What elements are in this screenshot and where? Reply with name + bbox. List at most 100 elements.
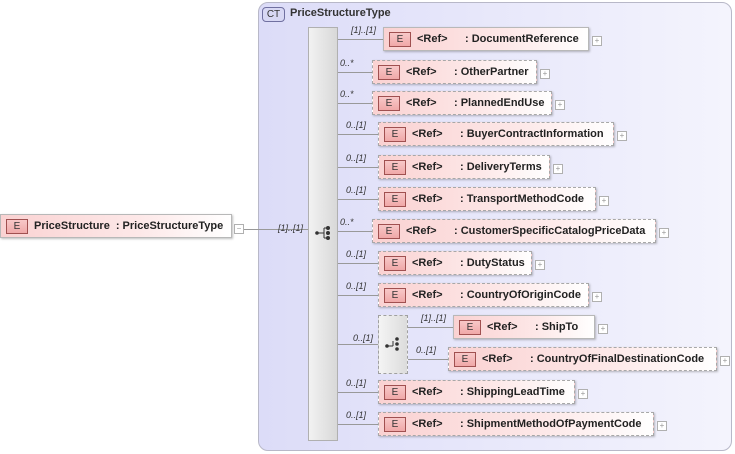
connector-line <box>338 392 378 393</box>
element-name: : DeliveryTerms <box>460 161 542 173</box>
connector-line <box>338 344 378 345</box>
element-badge: E <box>389 31 411 47</box>
multiplicity-label: 0..[1] <box>346 185 367 195</box>
root-element-name: PriceStructure <box>34 220 110 232</box>
multiplicity-label: 0..* <box>340 58 354 68</box>
choice-multiplicity: 0..[1] <box>353 333 374 343</box>
multiplicity-label: [1]..[1] <box>421 313 447 323</box>
element-badge: E <box>454 351 476 367</box>
multiplicity-label: 0..[1] <box>346 378 367 388</box>
ref-label: <Ref> <box>417 33 448 45</box>
element-name: : DutyStatus <box>460 257 525 269</box>
ref-label: <Ref> <box>412 257 443 269</box>
element-badge: E <box>6 218 28 234</box>
ref-label: <Ref> <box>406 225 437 237</box>
element-badge: E <box>384 384 406 400</box>
expand-button[interactable]: + <box>553 164 563 174</box>
connector-line <box>338 231 372 232</box>
ref-label: <Ref> <box>406 66 437 78</box>
connector-line <box>338 39 383 40</box>
element-badge: E <box>384 159 406 175</box>
connector-line <box>338 103 372 104</box>
multiplicity-label: 0..[1] <box>346 249 367 259</box>
element-badge: E <box>459 319 481 335</box>
ref-label: <Ref> <box>406 97 437 109</box>
expand-button[interactable]: + <box>599 196 609 206</box>
collapse-button[interactable]: − <box>234 224 244 234</box>
element-name: : TransportMethodCode <box>460 193 585 205</box>
multiplicity-label: 0..* <box>340 217 354 227</box>
ref-label: <Ref> <box>412 289 443 301</box>
choice-compositor[interactable] <box>378 315 408 374</box>
element-node[interactable]: E <Ref> : ShippingLeadTime <box>378 380 575 404</box>
element-name: : CustomerSpecificCatalogPriceData <box>454 225 646 237</box>
expand-button[interactable]: + <box>578 389 588 399</box>
complex-type-title: PriceStructureType <box>290 7 391 19</box>
root-multiplicity: [1]..[1] <box>278 223 304 233</box>
element-name: : ShippingLeadTime <box>460 386 565 398</box>
element-name: : ShipmentMethodOfPaymentCode <box>460 418 642 430</box>
expand-button[interactable]: + <box>535 260 545 270</box>
element-node[interactable]: E <Ref> : TransportMethodCode <box>378 187 596 211</box>
choice-icon <box>385 337 399 351</box>
element-node[interactable]: E <Ref> : CountryOfFinalDestinationCode <box>448 347 717 371</box>
element-node[interactable]: E <Ref> : ShipTo <box>453 315 595 339</box>
element-node[interactable]: E <Ref> : DocumentReference <box>383 27 589 51</box>
expand-button[interactable]: + <box>592 36 602 46</box>
ref-label: <Ref> <box>412 161 443 173</box>
expand-button[interactable]: + <box>598 324 608 334</box>
multiplicity-label: 0..[1] <box>346 410 367 420</box>
element-name: : DocumentReference <box>465 33 579 45</box>
ref-label: <Ref> <box>412 386 443 398</box>
element-node[interactable]: E <Ref> : ShipmentMethodOfPaymentCode <box>378 412 654 436</box>
element-node[interactable]: E <Ref> : DutyStatus <box>378 251 532 275</box>
ref-label: <Ref> <box>412 418 443 430</box>
expand-button[interactable]: + <box>540 69 550 79</box>
multiplicity-label: 0..[1] <box>346 120 367 130</box>
element-badge: E <box>384 126 406 142</box>
element-badge: E <box>384 287 406 303</box>
expand-button[interactable]: + <box>720 356 730 366</box>
element-name: : CountryOfFinalDestinationCode <box>530 353 705 365</box>
element-badge: E <box>378 223 400 239</box>
ref-label: <Ref> <box>487 321 518 333</box>
ref-label: <Ref> <box>482 353 513 365</box>
element-badge: E <box>378 95 400 111</box>
element-name: : BuyerContractInformation <box>460 128 604 140</box>
expand-button[interactable]: + <box>659 228 669 238</box>
element-name: : ShipTo <box>535 321 579 333</box>
sequence-compositor[interactable] <box>308 27 338 441</box>
complex-type-badge: CT <box>262 7 285 22</box>
connector-line <box>338 167 378 168</box>
connector-line <box>338 263 378 264</box>
element-node[interactable]: E <Ref>: PlannedEndUse <box>372 91 552 115</box>
sequence-icon <box>315 226 330 240</box>
element-badge: E <box>378 64 400 80</box>
ref-label: <Ref> <box>412 193 443 205</box>
element-node[interactable]: E <Ref> : DeliveryTerms <box>378 155 550 179</box>
element-badge: E <box>384 191 406 207</box>
connector-line <box>338 134 378 135</box>
expand-button[interactable]: + <box>592 292 602 302</box>
root-element-type: : PriceStructureType <box>115 220 224 232</box>
element-name: : CountryOfOriginCode <box>460 289 581 301</box>
element-name: : OtherPartner <box>454 66 529 78</box>
expand-button[interactable]: + <box>555 100 565 110</box>
connector-line <box>338 295 378 296</box>
connector-line <box>408 327 453 328</box>
element-badge: E <box>384 416 406 432</box>
root-element[interactable]: E PriceStructure : PriceStructureType <box>0 214 232 238</box>
expand-button[interactable]: + <box>657 421 667 431</box>
connector-line <box>408 359 448 360</box>
multiplicity-label: [1]..[1] <box>351 25 377 35</box>
element-node[interactable]: E <Ref> : CustomerSpecificCatalogPriceData <box>372 219 656 243</box>
element-node[interactable]: E <Ref> : CountryOfOriginCode <box>378 283 589 307</box>
multiplicity-label: 0..[1] <box>346 281 367 291</box>
multiplicity-label: 0..[1] <box>346 153 367 163</box>
element-node[interactable]: E <Ref>: BuyerContractInformation <box>378 122 614 146</box>
element-badge: E <box>384 255 406 271</box>
connector-line <box>338 199 378 200</box>
connector-line <box>338 424 378 425</box>
expand-button[interactable]: + <box>617 131 627 141</box>
element-node[interactable]: E <Ref> : OtherPartner <box>372 60 537 84</box>
